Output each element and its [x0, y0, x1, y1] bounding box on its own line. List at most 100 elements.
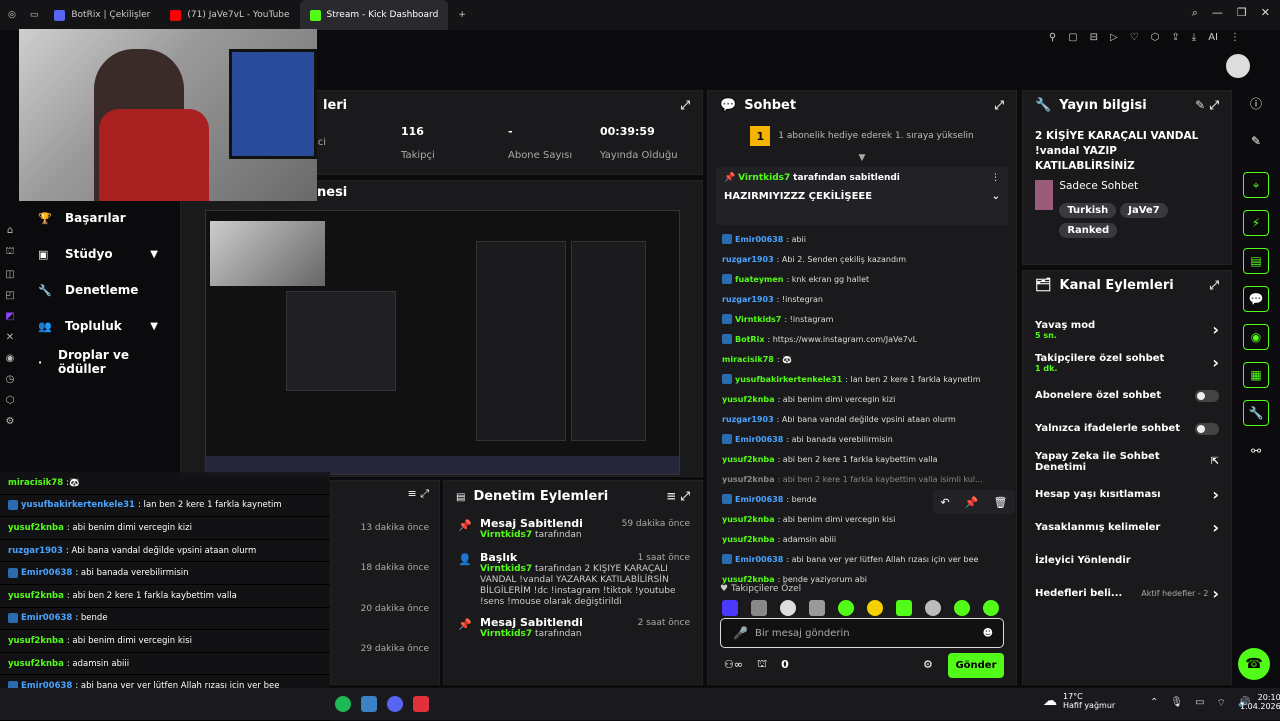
heart-icon[interactable]: ♡	[1130, 32, 1139, 43]
browser-menu-icon[interactable]: ◎	[0, 0, 24, 30]
chat-input[interactable]: 🎤 Bir mesaj gönderin ☻	[720, 618, 1004, 648]
chat-username[interactable]: miracisik78	[8, 478, 63, 488]
chat-settings-icon[interactable]: ⚙	[923, 658, 933, 671]
cube-icon[interactable]: ⬡	[6, 395, 15, 406]
chat-username[interactable]: fuateymen	[735, 275, 784, 284]
wrench-icon[interactable]: 🔧	[1243, 400, 1269, 426]
monitor-icon[interactable]: ▭	[1195, 697, 1204, 710]
share-icon[interactable]: ⇪	[1171, 32, 1179, 43]
channel-action-item[interactable]: Hesap yaşı kısıtlaması ›	[1023, 478, 1231, 511]
chat-message[interactable]: yusuf2knba: abi ben 2 kere 1 farkla kayb…	[708, 469, 1016, 489]
emote-icon[interactable]	[954, 600, 970, 616]
chat-username[interactable]: Emir00638	[735, 435, 783, 444]
chat-username[interactable]: yusuf2knba	[8, 591, 64, 601]
chat-username[interactable]: Emir00638	[21, 613, 72, 623]
stream-preview[interactable]	[205, 210, 680, 475]
more-icon[interactable]: ⋮	[1230, 32, 1240, 43]
minimize-icon[interactable]: —	[1212, 6, 1223, 20]
chat-username[interactable]: ruzgar1903	[722, 255, 774, 264]
ai-button[interactable]: AI	[1208, 32, 1218, 43]
tag[interactable]: Turkish	[1059, 203, 1117, 218]
chat-username[interactable]: Emir00638	[735, 495, 783, 504]
gift-leaderboard[interactable]: 11 abonelik hediye ederek 1. sıraya yüks…	[708, 119, 1016, 153]
settings-icon[interactable]: ⚙	[6, 416, 15, 427]
channel-action-item[interactable]: Yapay Zeka ile Sohbet Denetimi ⇱	[1023, 445, 1231, 478]
chat-username[interactable]: ruzgar1903	[722, 295, 774, 304]
nav-denetleme[interactable]: 🔧 Denetleme	[0, 272, 180, 308]
target-icon[interactable]: ⌖	[1243, 172, 1269, 198]
chat-message[interactable]: ruzgar1903: Abi 2. Senden çekiliş kazand…	[708, 249, 1016, 269]
chat-message[interactable]: fuateymen: knk ekran gg hallet	[708, 269, 1016, 289]
nav-basarilar[interactable]: 🏆 Başarılar	[0, 200, 180, 236]
emote-icon[interactable]	[896, 600, 912, 616]
notes-icon[interactable]: ▤	[1243, 248, 1269, 274]
restore-icon[interactable]: ❐	[1237, 6, 1247, 20]
emote-icon[interactable]	[838, 600, 854, 616]
edit-icon[interactable]: ✎	[1195, 98, 1205, 112]
discord-icon[interactable]	[387, 696, 403, 712]
collapse-icon[interactable]: ▼	[708, 153, 1016, 167]
tray-chevron-icon[interactable]: ⌃	[1150, 697, 1158, 710]
emote-icon[interactable]	[780, 600, 796, 616]
toggle-switch[interactable]	[1195, 389, 1219, 402]
delete-icon[interactable]: 🗑	[994, 496, 1008, 509]
chat-username[interactable]: yusufbakirkertenkele31	[21, 500, 135, 510]
chat-username[interactable]: miracisik78	[722, 355, 774, 364]
channel-action-item[interactable]: Abonelere özel sohbet	[1023, 379, 1231, 412]
screenshot-icon[interactable]: ▢	[1068, 32, 1077, 43]
store-icon[interactable]: ⛫	[757, 657, 767, 672]
channel-action-item[interactable]: Yalnızca ifadelerle sohbet	[1023, 412, 1231, 445]
support-button[interactable]: ☎	[1238, 648, 1270, 680]
chat-message[interactable]: Emir00638: abi banada verebilirmisin	[708, 429, 1016, 449]
chat-message[interactable]: Virntkids7: !instagram	[708, 309, 1016, 329]
send-button[interactable]: Gönder	[948, 653, 1004, 678]
chat-username[interactable]: Virntkids7	[735, 315, 781, 324]
channel-action-item[interactable]: Hedefleri beli... Aktif hedefler - 2 ›	[1023, 577, 1231, 610]
expand-icon[interactable]: ⤢	[680, 98, 690, 113]
spotify-icon[interactable]	[335, 696, 351, 712]
chat-username[interactable]: yusuf2knba	[8, 659, 64, 669]
broadcast-icon[interactable]: ◉	[1243, 324, 1269, 350]
chat-message[interactable]: yusuf2knba: adamsin abiii	[708, 529, 1016, 549]
close-icon[interactable]: ✕	[1261, 6, 1270, 20]
browser-icon[interactable]	[413, 696, 429, 712]
download-icon[interactable]: ⤓	[1192, 32, 1196, 43]
tag[interactable]: JaVe7	[1120, 203, 1168, 218]
chat-username[interactable]: ruzgar1903	[8, 546, 63, 556]
filter-expand-icons[interactable]: ≡ ⤢	[666, 489, 690, 504]
tab-kick-dashboard[interactable]: Stream - Kick Dashboard	[299, 0, 449, 30]
info-icon[interactable]: ⓘ	[1243, 90, 1269, 116]
edit-icon[interactable]: ✎	[1243, 128, 1269, 154]
app-icon[interactable]	[361, 696, 377, 712]
chat-message[interactable]: yusuf2knba: abi ben 2 kere 1 farkla kayb…	[708, 449, 1016, 469]
chat-message[interactable]: yusuf2knba: abi benim dimi vercegin kizi	[708, 389, 1016, 409]
pinned-message[interactable]: 📌 Virntkids7 tarafından sabitlendi ⋮ HAZI…	[716, 167, 1008, 225]
infinity-icon[interactable]: ⚇∞	[724, 658, 743, 671]
layout-icon[interactable]: ▦	[1243, 362, 1269, 388]
nav-droplar[interactable]: · Droplar ve ödüller	[0, 344, 180, 380]
expand-icon[interactable]: ⤢	[1209, 98, 1219, 112]
new-tab-button[interactable]: +	[448, 0, 476, 30]
chevron-down-icon[interactable]: ⌄	[992, 191, 1000, 202]
pin-icon[interactable]: ⚲	[1049, 32, 1056, 43]
expand-icon[interactable]: ⤢	[994, 98, 1004, 113]
chat-message[interactable]: BotRix: https://www.instagram.com/JaVe7v…	[708, 329, 1016, 349]
filter-icon[interactable]: ≡ ⤢	[407, 487, 429, 501]
nav-topluluk[interactable]: 👥 Topluluk ▼	[0, 308, 180, 344]
chat-message[interactable]: Emir00638: abi bana ver yer lütfen Allah…	[708, 549, 1016, 569]
pin-icon[interactable]: 📌	[965, 496, 979, 509]
extensions-icon[interactable]: ⬡	[1151, 32, 1160, 43]
split-icon[interactable]: ⊟	[1090, 32, 1098, 43]
chat-message[interactable]: ruzgar1903: Abi bana vandal değilde vpsi…	[708, 409, 1016, 429]
toggle-switch[interactable]	[1195, 422, 1219, 435]
chat-username[interactable]: yusuf2knba	[722, 395, 775, 404]
mic-icon[interactable]: 🎙	[1170, 697, 1183, 710]
lightning-icon[interactable]: ⚡	[1243, 210, 1269, 236]
chat-message[interactable]: miracisik78: 🐼	[708, 349, 1016, 369]
expand-icon[interactable]: ⤢	[1209, 278, 1219, 293]
emote-icon[interactable]	[983, 600, 999, 616]
emote-icon[interactable]	[925, 600, 941, 616]
chat-username[interactable]: yusuf2knba	[722, 575, 775, 584]
tab-youtube[interactable]: (71) JaVe7vL - YouTube	[160, 0, 299, 30]
wifi-icon[interactable]: ⌔	[1217, 697, 1226, 710]
